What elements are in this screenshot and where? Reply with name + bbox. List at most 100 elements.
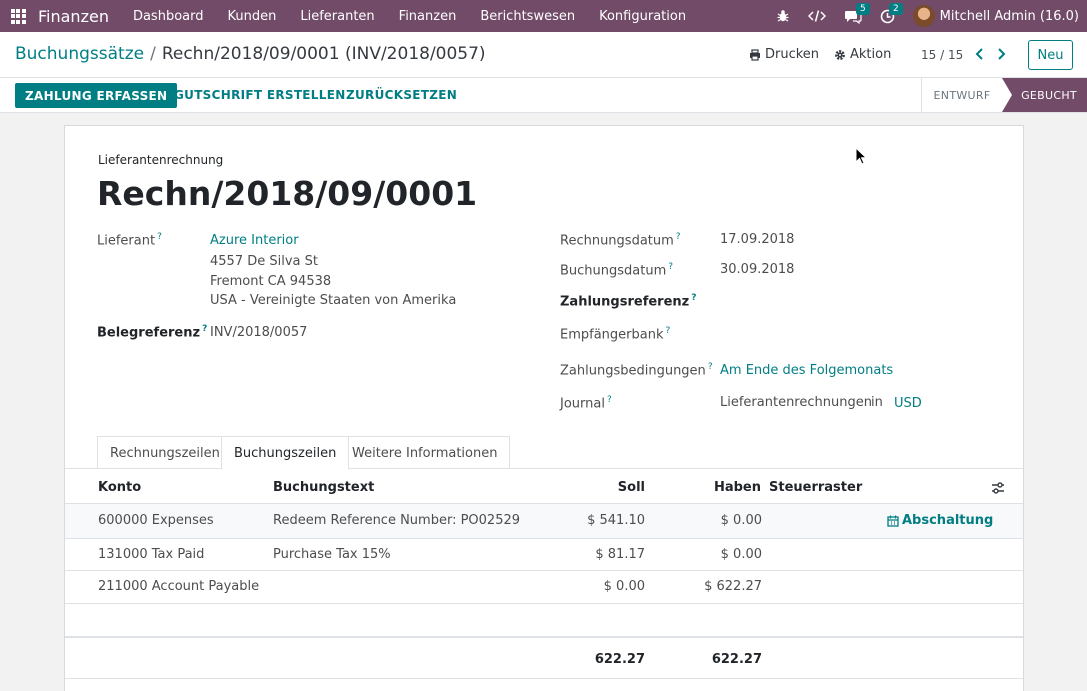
vendor-address-city: Fremont CA 94538 <box>210 274 332 289</box>
menu-accounting[interactable]: Finanzen <box>387 9 469 24</box>
calendar-icon <box>887 515 899 527</box>
column-header-label[interactable]: Buchungstext <box>273 480 374 495</box>
tab-invoice-lines[interactable]: Rechnungszeilen <box>97 436 233 469</box>
control-panel: Buchungssätze / Rechn/2018/09/0001 (INV/20… <box>0 32 1087 78</box>
debug-bug-icon[interactable] <box>767 0 799 32</box>
row-account: 600000 Expenses <box>98 513 214 528</box>
app-brand[interactable]: Finanzen <box>38 7 109 26</box>
row-label: Redeem Reference Number: PO02529 <box>273 513 521 528</box>
user-menu[interactable]: Mitchell Admin (16.0) <box>904 0 1087 32</box>
pager-next-icon[interactable] <box>994 46 1008 62</box>
action-button[interactable]: Aktion <box>834 47 891 62</box>
empty-table-row <box>65 604 1023 637</box>
row-debit: $ 81.17 <box>595 547 645 562</box>
invoice-date-value[interactable]: 17.09.2018 <box>720 232 794 247</box>
help-icon[interactable]: ? <box>691 293 696 303</box>
add-credit-note-button[interactable]: GUTSCHRIFT ERSTELLEN <box>174 88 346 102</box>
column-header-tax-grid[interactable]: Steuerraster <box>769 480 862 495</box>
tab-other-info[interactable]: Weitere Informationen <box>339 436 511 469</box>
currency-value[interactable]: USD <box>894 396 922 411</box>
deferral-button[interactable]: Abschaltung <box>887 513 993 528</box>
user-name: Mitchell Admin (16.0) <box>939 8 1079 24</box>
action-label: Aktion <box>850 47 892 62</box>
payment-terms-value[interactable]: Am Ende des Folgemonats <box>720 363 893 378</box>
vendor-address-street: 4557 De Silva St <box>210 254 318 269</box>
vendor-name[interactable]: Azure Interior <box>210 233 299 248</box>
row-credit: $ 622.27 <box>704 579 762 594</box>
help-icon[interactable]: ? <box>708 362 713 372</box>
payment-reference-label: Zahlungsreferenz? <box>560 293 697 310</box>
messages-chat-icon[interactable]: 5 <box>835 0 871 32</box>
row-credit: $ 0.00 <box>720 547 762 562</box>
table-row[interactable]: 131000 Tax Paid Purchase Tax 15% $ 81.17… <box>65 539 1023 571</box>
breadcrumb-separator: / <box>150 44 156 64</box>
help-icon[interactable]: ? <box>666 326 671 336</box>
print-button[interactable]: Drucken <box>749 47 819 62</box>
menu-customers[interactable]: Kunden <box>215 9 288 24</box>
accounting-date-label: Buchungsdatum? <box>560 262 674 279</box>
bill-reference-value[interactable]: INV/2018/0057 <box>210 325 307 340</box>
apps-menu-icon[interactable] <box>0 0 36 32</box>
row-credit: $ 0.00 <box>720 513 762 528</box>
help-icon[interactable]: ? <box>676 232 681 242</box>
row-debit: $ 0.00 <box>603 579 645 594</box>
document-name: Rechn/2018/09/0001 <box>97 174 478 213</box>
state-posted-label: GEBUCHT <box>1021 88 1077 102</box>
vendor-label: Lieferant? <box>97 232 162 249</box>
menu-vendors[interactable]: Lieferanten <box>288 9 386 24</box>
column-header-account[interactable]: Konto <box>98 480 141 495</box>
tab-journal-items[interactable]: Buchungszeilen <box>221 436 350 470</box>
breadcrumb-parent[interactable]: Buchungssätze <box>15 44 144 64</box>
journal-label: Journal? <box>560 395 612 412</box>
help-icon[interactable]: ? <box>202 324 207 334</box>
print-label: Drucken <box>765 47 820 62</box>
total-credit: 622.27 <box>711 652 762 667</box>
row-account: 211000 Account Payable <box>98 579 260 594</box>
menu-reporting[interactable]: Berichtswesen <box>468 9 587 24</box>
column-header-debit[interactable]: Soll <box>565 480 645 495</box>
row-debit: $ 541.10 <box>587 513 645 528</box>
journal-value[interactable]: Lieferantenrechnungen <box>720 395 872 410</box>
register-payment-button[interactable]: ZAHLUNG ERFASSEN <box>15 83 178 108</box>
new-button[interactable]: Neu <box>1028 40 1073 70</box>
gear-icon <box>835 49 845 60</box>
invoice-date-label: Rechnungsdatum? <box>560 232 681 249</box>
total-debit: 622.27 <box>594 652 645 667</box>
table-row[interactable]: 600000 Expenses Redeem Reference Number:… <box>65 504 1023 539</box>
vendor-address-country: USA - Vereinigte Staaten von Amerika <box>210 293 457 308</box>
journal-in-text: in <box>871 395 883 410</box>
state-draft[interactable]: ENTWURF <box>922 78 1002 112</box>
pager-previous-icon[interactable] <box>973 46 987 62</box>
column-header-credit[interactable]: Haben <box>681 480 761 495</box>
document-type: Lieferantenrechnung <box>98 153 224 167</box>
table-row[interactable]: 211000 Account Payable $ 0.00 $ 622.27 <box>65 571 1023 604</box>
payment-terms-label: Zahlungsbedingungen? <box>560 362 713 379</box>
accounting-date-value[interactable]: 30.09.2018 <box>720 262 794 277</box>
help-icon[interactable]: ? <box>157 232 162 242</box>
activities-clock-icon[interactable]: 2 <box>871 0 904 32</box>
breadcrumb: Buchungssätze / Rechn/2018/09/0001 (INV/20… <box>15 44 486 64</box>
pager-value[interactable]: 15 / 15 <box>921 48 963 62</box>
deferral-label: Abschaltung <box>902 513 994 528</box>
avatar <box>912 5 935 27</box>
menu-configuration[interactable]: Konfiguration <box>587 9 698 24</box>
main-navbar: Finanzen Dashboard Kunden Lieferanten Fi… <box>0 0 1087 32</box>
recipient-bank-label: Empfängerbank? <box>560 326 671 343</box>
messages-count-badge: 5 <box>855 3 870 15</box>
activities-count-badge: 2 <box>888 3 903 15</box>
print-icon <box>750 48 760 61</box>
row-account: 131000 Tax Paid <box>98 547 205 562</box>
table-footer: 622.27 622.27 <box>65 637 1023 679</box>
menu-dashboard[interactable]: Dashboard <box>121 9 216 24</box>
mouse-pointer-icon <box>855 146 868 165</box>
status-steps: ENTWURF GEBUCHT <box>921 78 1087 112</box>
column-settings-icon[interactable] <box>991 481 1005 499</box>
reset-to-draft-button[interactable]: ZURÜCKSETZEN <box>346 88 457 102</box>
developer-code-icon[interactable] <box>799 0 835 32</box>
bill-reference-label: Belegreferenz? <box>97 324 208 341</box>
form-sheet: Lieferantenrechnung Rechn/2018/09/0001 L… <box>64 125 1024 691</box>
state-posted[interactable]: GEBUCHT <box>1002 78 1087 112</box>
help-icon[interactable]: ? <box>668 262 673 272</box>
form-statusbar: ZAHLUNG ERFASSEN GUTSCHRIFT ERSTELLEN ZU… <box>0 78 1087 113</box>
help-icon[interactable]: ? <box>607 395 612 405</box>
